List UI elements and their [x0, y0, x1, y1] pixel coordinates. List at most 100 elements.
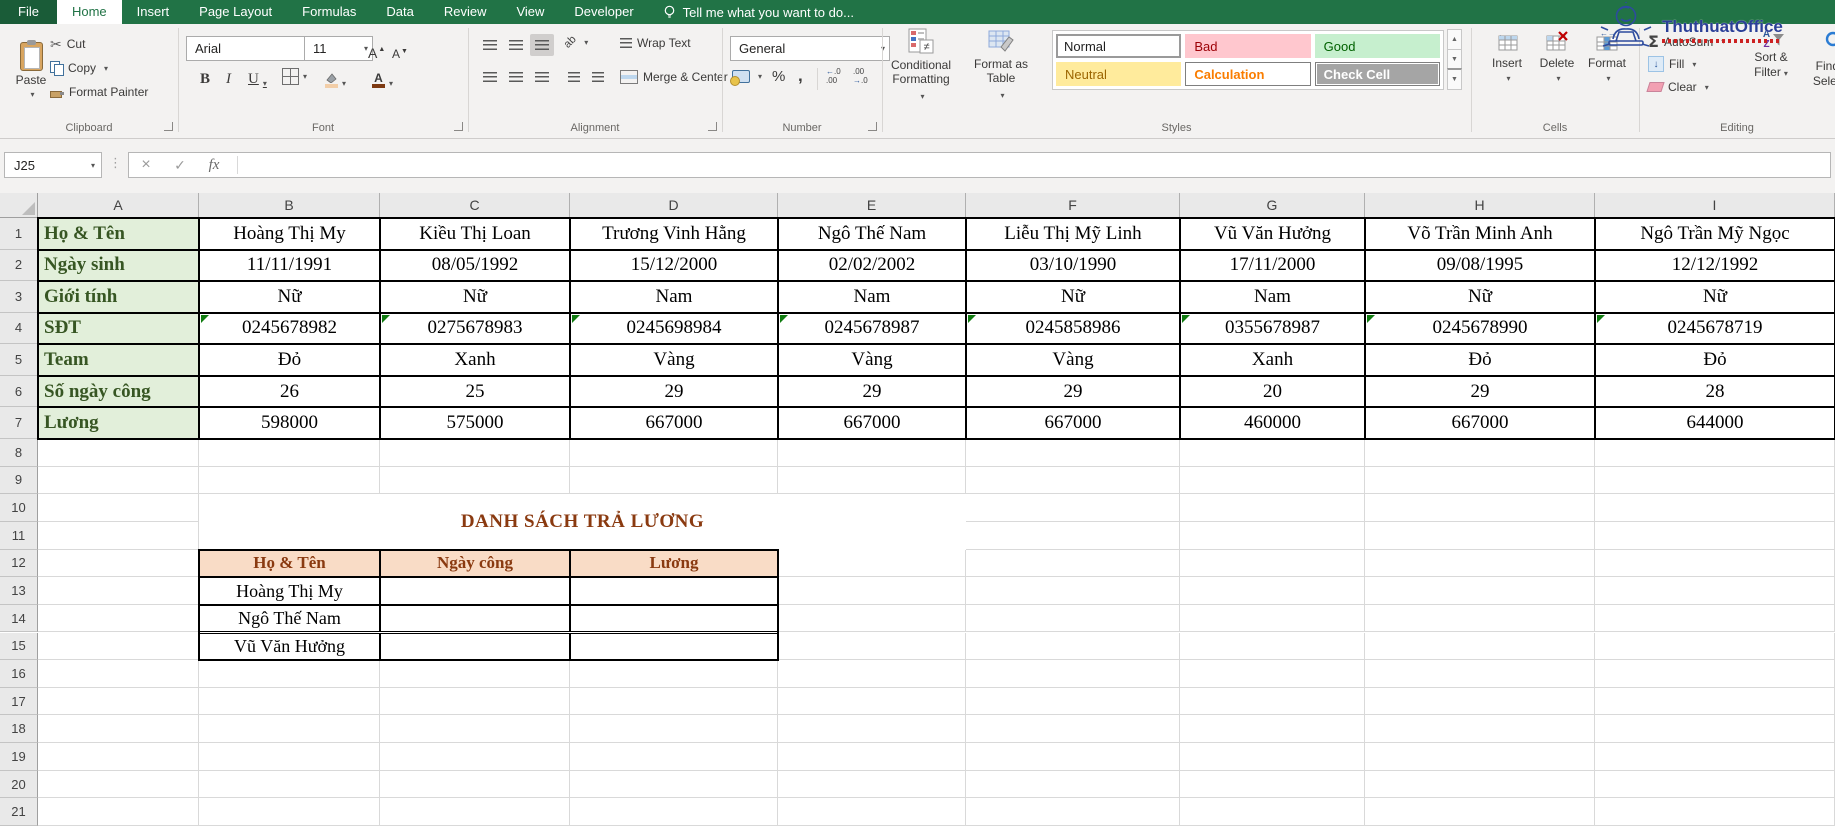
cell-H6[interactable]: 29	[1365, 375, 1595, 408]
cell-D2[interactable]: 15/12/2000	[570, 249, 778, 282]
cell-F12[interactable]	[966, 549, 1180, 578]
cell-E17[interactable]	[778, 687, 966, 716]
cell-D13[interactable]	[570, 577, 778, 605]
cell-A14[interactable]	[38, 604, 199, 633]
row-header-4[interactable]: 4	[0, 312, 38, 345]
cell-G1[interactable]: Vũ Văn Hưởng	[1180, 218, 1365, 250]
cell-I16[interactable]	[1595, 660, 1835, 688]
cell-F19[interactable]	[966, 743, 1180, 771]
cell-G9[interactable]	[1180, 466, 1365, 495]
dialog-launcher-icon[interactable]	[708, 122, 717, 131]
cell-G6[interactable]: 20	[1180, 375, 1365, 408]
cell-I5[interactable]: Đỏ	[1595, 344, 1835, 376]
percent-style-button[interactable]: %	[772, 68, 785, 85]
style-chip-normal[interactable]: Normal	[1056, 34, 1182, 58]
merged-title-cell-B10[interactable]: DANH SÁCH TRẢ LƯƠNG	[199, 494, 966, 550]
bold-button[interactable]: B	[200, 64, 210, 88]
underline-button[interactable]: U ▾	[248, 64, 267, 88]
cell-E5[interactable]: Vàng	[778, 344, 966, 376]
decrease-decimal-button[interactable]: .00 →.0	[853, 67, 868, 85]
tab-data[interactable]: Data	[371, 0, 428, 24]
tell-me-box[interactable]: Tell me what you want to do...	[663, 0, 854, 24]
cell-D12[interactable]: Lương	[570, 549, 778, 578]
cell-F17[interactable]	[966, 687, 1180, 716]
row-header-9[interactable]: 9	[0, 466, 38, 495]
column-header-E[interactable]: E	[778, 193, 966, 218]
row-header-19[interactable]: 19	[0, 743, 38, 771]
cell-G3[interactable]: Nam	[1180, 281, 1365, 313]
font-name-combo[interactable]: Arial▾	[186, 36, 313, 61]
cell-D18[interactable]	[570, 715, 778, 744]
cell-E14[interactable]	[778, 604, 966, 633]
cell-B7[interactable]: 598000	[199, 407, 380, 439]
tab-developer[interactable]: Developer	[559, 0, 648, 24]
cell-G15[interactable]	[1180, 632, 1365, 661]
cell-D15[interactable]	[570, 632, 778, 661]
cell-A20[interactable]	[38, 770, 199, 799]
number-format-combo[interactable]: General▾	[730, 36, 890, 61]
cell-H11[interactable]	[1365, 521, 1595, 550]
cell-C4[interactable]: 0275678983	[380, 312, 570, 345]
decrease-indent-button[interactable]	[562, 66, 586, 88]
cell-E7[interactable]: 667000	[778, 407, 966, 439]
cell-G10[interactable]	[1180, 494, 1365, 522]
column-header-D[interactable]: D	[570, 193, 778, 218]
cell-E19[interactable]	[778, 743, 966, 771]
delete-cells-button[interactable]: Delete ▾	[1533, 30, 1581, 114]
row-header-14[interactable]: 14	[0, 604, 38, 633]
cut-button[interactable]: ✂ Cut	[50, 33, 85, 55]
cell-C9[interactable]	[380, 466, 570, 495]
cell-I21[interactable]	[1595, 798, 1835, 826]
cell-F16[interactable]	[966, 660, 1180, 688]
cell-E21[interactable]	[778, 798, 966, 826]
cell-B16[interactable]	[199, 660, 380, 688]
formula-bar-splitter[interactable]: ⋮	[109, 155, 122, 171]
style-chip-neutral[interactable]: Neutral	[1056, 62, 1182, 86]
cell-C15[interactable]	[380, 632, 570, 661]
cell-F13[interactable]	[966, 577, 1180, 605]
cell-F2[interactable]: 03/10/1990	[966, 249, 1180, 282]
cell-E15[interactable]	[778, 632, 966, 661]
cell-F1[interactable]: Liễu Thị Mỹ Linh	[966, 218, 1180, 250]
cell-A4[interactable]: SĐT	[38, 312, 199, 345]
cell-E13[interactable]	[778, 577, 966, 605]
cell-E1[interactable]: Ngô Thế Nam	[778, 218, 966, 250]
cell-H8[interactable]	[1365, 439, 1595, 467]
cell-D16[interactable]	[570, 660, 778, 688]
cancel-entry-icon[interactable]: ×	[129, 156, 163, 174]
cell-I12[interactable]	[1595, 549, 1835, 578]
italic-button[interactable]: I	[226, 64, 231, 88]
align-middle-button[interactable]	[504, 34, 528, 56]
cell-F7[interactable]: 667000	[966, 407, 1180, 439]
cell-C18[interactable]	[380, 715, 570, 744]
confirm-entry-icon[interactable]: ✓	[163, 157, 197, 174]
cell-H14[interactable]	[1365, 604, 1595, 633]
row-header-5[interactable]: 5	[0, 344, 38, 376]
column-header-G[interactable]: G	[1180, 193, 1365, 218]
cell-A1[interactable]: Họ & Tên	[38, 218, 199, 250]
cell-A16[interactable]	[38, 660, 199, 688]
cell-A13[interactable]	[38, 577, 199, 605]
cell-E12[interactable]	[778, 549, 966, 578]
cell-D3[interactable]: Nam	[570, 281, 778, 313]
cell-B6[interactable]: 26	[199, 375, 380, 408]
cell-A5[interactable]: Team	[38, 344, 199, 376]
cell-D5[interactable]: Vàng	[570, 344, 778, 376]
cell-E3[interactable]: Nam	[778, 281, 966, 313]
cell-I10[interactable]	[1595, 494, 1835, 522]
column-header-C[interactable]: C	[380, 193, 570, 218]
cell-C7[interactable]: 575000	[380, 407, 570, 439]
cell-H18[interactable]	[1365, 715, 1595, 744]
row-header-11[interactable]: 11	[0, 521, 38, 550]
style-chip-check-cell[interactable]: Check Cell	[1314, 62, 1440, 86]
cell-B8[interactable]	[199, 439, 380, 467]
cell-F10[interactable]	[966, 494, 1180, 522]
align-center-button[interactable]	[504, 66, 528, 88]
cell-G2[interactable]: 17/11/2000	[1180, 249, 1365, 282]
cell-H4[interactable]: 0245678990	[1365, 312, 1595, 345]
format-cells-button[interactable]: ←→ Format ▾	[1583, 30, 1631, 114]
cell-G12[interactable]	[1180, 549, 1365, 578]
cell-C16[interactable]	[380, 660, 570, 688]
cell-H1[interactable]: Võ Trần Minh Anh	[1365, 218, 1595, 250]
fill-color-button[interactable]: ▾	[324, 64, 346, 88]
